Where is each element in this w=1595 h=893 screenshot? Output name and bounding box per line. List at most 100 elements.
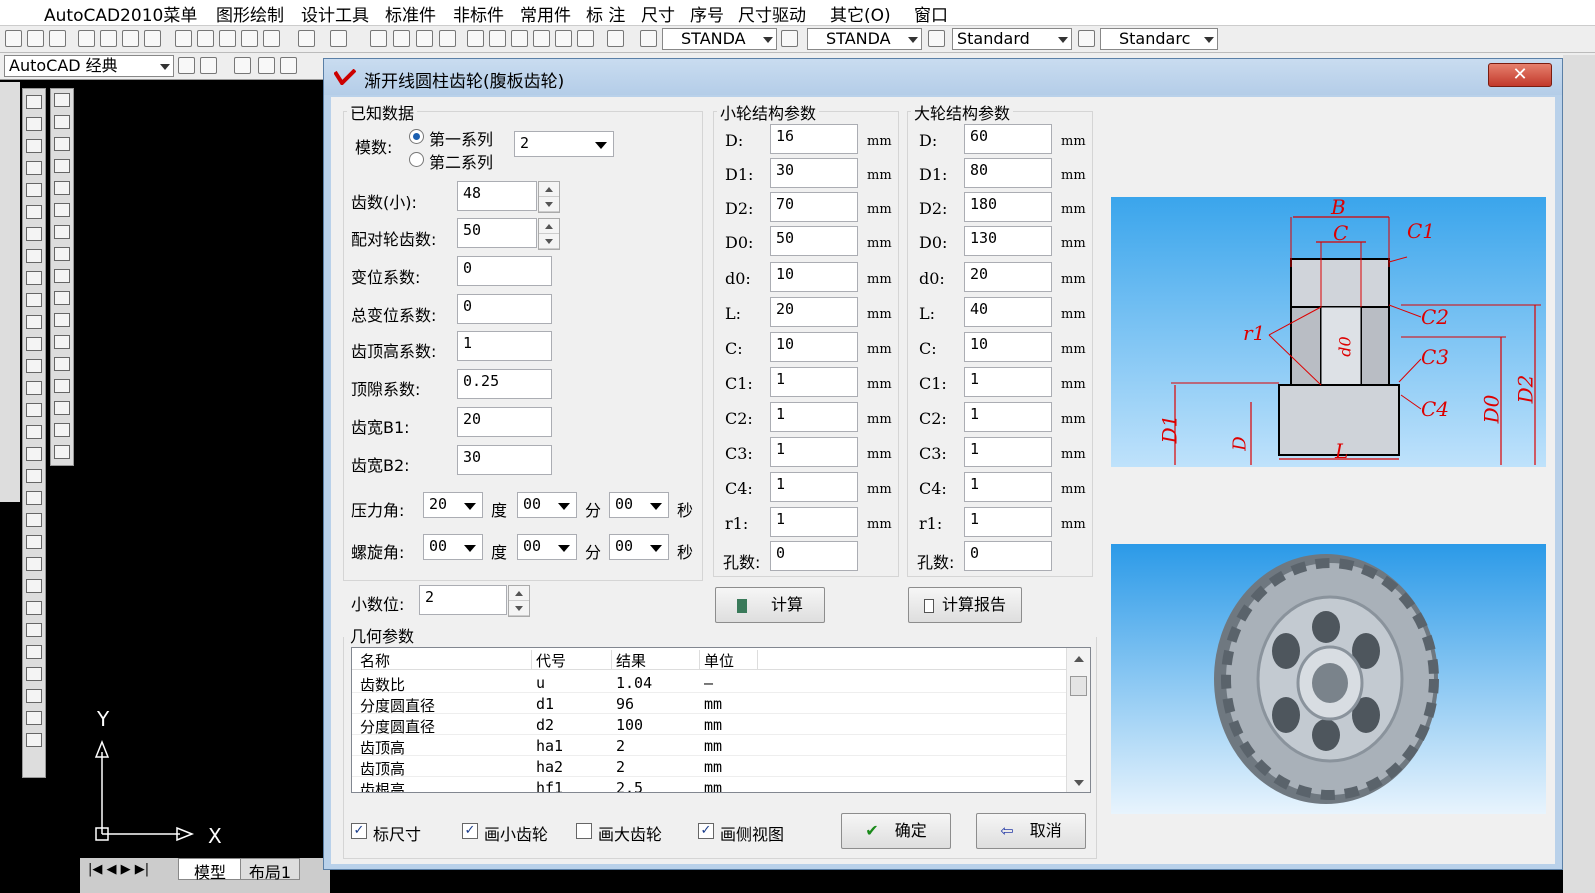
- large-param-input[interactable]: 20: [964, 262, 1052, 292]
- tool-icon[interactable]: [54, 357, 70, 371]
- option-checkbox[interactable]: ✓: [698, 823, 714, 839]
- ok-button[interactable]: ✔ 确定: [841, 813, 951, 849]
- width-b1-input[interactable]: 20: [457, 407, 552, 437]
- zoom-icon[interactable]: [393, 30, 410, 47]
- large-param-input[interactable]: 130: [964, 226, 1052, 256]
- cancel-button[interactable]: ⇦ 取消: [976, 813, 1086, 849]
- tool-icon[interactable]: [54, 313, 70, 327]
- table-style-select[interactable]: Standard: [952, 28, 1072, 50]
- copy-icon[interactable]: [197, 30, 214, 47]
- layer-bulb-icon[interactable]: [258, 57, 275, 74]
- dim-style-select[interactable]: STANDA: [807, 28, 922, 50]
- helix-sec-select[interactable]: 00: [609, 534, 669, 560]
- large-param-input[interactable]: 1: [964, 507, 1052, 537]
- tool-icon[interactable]: [54, 247, 70, 261]
- text-style-icon[interactable]: [640, 30, 657, 47]
- tool-icon[interactable]: [26, 359, 42, 373]
- decimals-spin[interactable]: [508, 585, 530, 617]
- undo-icon[interactable]: [298, 30, 315, 47]
- menu-window[interactable]: 窗口: [914, 1, 948, 26]
- small-param-input[interactable]: 50: [770, 226, 858, 256]
- layer-manager-icon[interactable]: [234, 57, 251, 74]
- table-row[interactable]: 齿顶高 ha2 2 mm: [352, 756, 1067, 778]
- pressure-deg-select[interactable]: 20: [423, 492, 483, 518]
- tool-icon[interactable]: [26, 601, 42, 615]
- table-row[interactable]: 齿根高 hf1 2.5 mm: [352, 777, 1067, 792]
- table-style-icon[interactable]: [928, 30, 945, 47]
- scroll-thumb[interactable]: [1070, 676, 1087, 696]
- tool-palette-icon[interactable]: [511, 30, 528, 47]
- small-holes-input[interactable]: 0: [770, 541, 858, 571]
- tool-icon[interactable]: [26, 249, 42, 263]
- tool-icon[interactable]: [26, 381, 42, 395]
- tool-icon[interactable]: [26, 535, 42, 549]
- new-icon[interactable]: [5, 30, 22, 47]
- large-param-input[interactable]: 1: [964, 437, 1052, 467]
- redo-icon[interactable]: [330, 30, 347, 47]
- properties-icon[interactable]: [467, 30, 484, 47]
- helix-min-select[interactable]: 00: [517, 534, 577, 560]
- design-center-icon[interactable]: [489, 30, 506, 47]
- small-param-input[interactable]: 16: [770, 124, 858, 154]
- menu-standard[interactable]: 标准件: [385, 1, 436, 26]
- small-param-input[interactable]: 20: [770, 297, 858, 327]
- table-row[interactable]: 齿顶高 ha1 2 mm: [352, 735, 1067, 757]
- large-param-input[interactable]: 1: [964, 472, 1052, 502]
- menu-dim-drive[interactable]: 尺寸驱动: [738, 1, 806, 26]
- tool-icon[interactable]: [26, 645, 42, 659]
- mleader-style-icon[interactable]: [1078, 30, 1095, 47]
- layer-sun-icon[interactable]: [280, 57, 297, 74]
- zoom-prev-icon[interactable]: [439, 30, 456, 47]
- teeth-mate-spin[interactable]: [538, 218, 560, 250]
- tab-model[interactable]: 模型: [178, 858, 242, 882]
- tool-icon[interactable]: [26, 469, 42, 483]
- series1-radio[interactable]: [409, 129, 424, 144]
- shift-coef-input[interactable]: 0: [457, 256, 552, 286]
- tool-icon[interactable]: [26, 227, 42, 241]
- close-button[interactable]: ✕: [1488, 63, 1552, 87]
- text-style-select[interactable]: STANDA: [662, 28, 777, 50]
- workspace-save-icon[interactable]: [200, 57, 217, 74]
- option-checkbox[interactable]: ✓: [351, 823, 367, 839]
- menu-sequence[interactable]: 序号: [690, 1, 724, 26]
- col-code[interactable]: 代号: [536, 650, 612, 670]
- tool-icon[interactable]: [26, 667, 42, 681]
- tool-icon[interactable]: [54, 115, 70, 129]
- tool-icon[interactable]: [26, 337, 42, 351]
- print-icon[interactable]: [78, 30, 95, 47]
- tool-icon[interactable]: [54, 335, 70, 349]
- pressure-min-select[interactable]: 00: [517, 492, 577, 518]
- open-icon[interactable]: [27, 30, 44, 47]
- tool-icon[interactable]: [26, 183, 42, 197]
- decimals-input[interactable]: 2: [419, 585, 507, 615]
- large-param-input[interactable]: 10: [964, 332, 1052, 362]
- tool-icon[interactable]: [54, 379, 70, 393]
- scroll-up-icon[interactable]: [1074, 656, 1084, 662]
- publish-icon[interactable]: [122, 30, 139, 47]
- tool-icon[interactable]: [26, 491, 42, 505]
- tab-nav-icon[interactable]: |◀ ◀ ▶ ▶|: [88, 862, 149, 877]
- small-param-input[interactable]: 1: [770, 472, 858, 502]
- series2-radio[interactable]: [409, 152, 424, 167]
- large-param-input[interactable]: 180: [964, 192, 1052, 222]
- small-param-input[interactable]: 1: [770, 507, 858, 537]
- table-row[interactable]: 分度圆直径 d2 100 mm: [352, 714, 1067, 736]
- sheet-set-icon[interactable]: [533, 30, 550, 47]
- tool-icon[interactable]: [26, 161, 42, 175]
- plot-icon[interactable]: [144, 30, 161, 47]
- tool-icon[interactable]: [54, 181, 70, 195]
- col-result[interactable]: 结果: [616, 650, 700, 670]
- col-name[interactable]: 名称: [360, 650, 532, 670]
- large-param-input[interactable]: 80: [964, 158, 1052, 188]
- scroll-down-icon[interactable]: [1074, 780, 1084, 786]
- tool-icon[interactable]: [54, 401, 70, 415]
- zoom-window-icon[interactable]: [416, 30, 433, 47]
- small-param-input[interactable]: 70: [770, 192, 858, 222]
- tool-icon[interactable]: [26, 117, 42, 131]
- mleader-style-select[interactable]: Standarc: [1100, 28, 1218, 50]
- tool-icon[interactable]: [26, 425, 42, 439]
- large-param-input[interactable]: 1: [964, 367, 1052, 397]
- small-param-input[interactable]: 10: [770, 262, 858, 292]
- help-icon[interactable]: [607, 30, 624, 47]
- preview-icon[interactable]: [100, 30, 117, 47]
